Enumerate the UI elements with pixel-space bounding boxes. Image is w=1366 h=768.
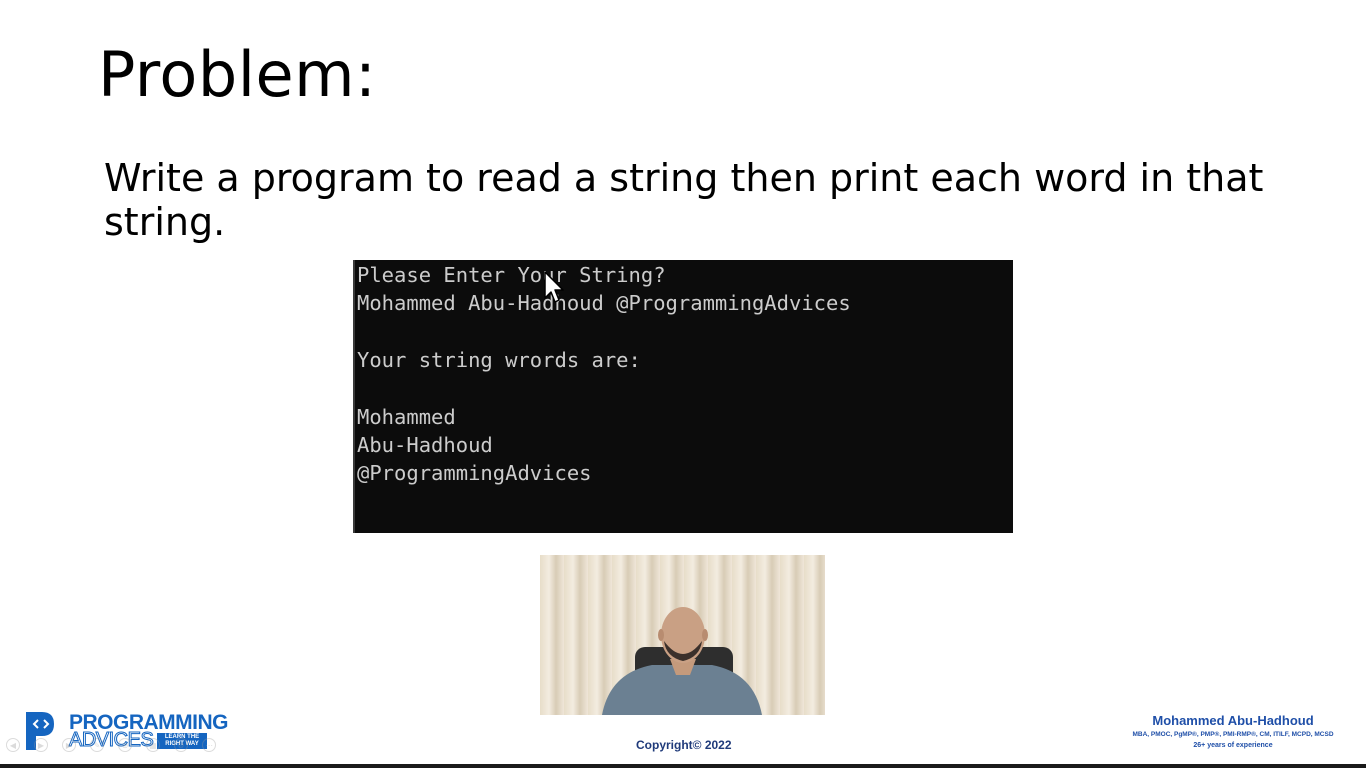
- pen-icon[interactable]: ✎: [90, 738, 104, 752]
- console-line: @ProgrammingAdvices: [357, 461, 592, 485]
- author-credentials: MBA, PMOC, PgMP®, PMP®, PMI-RMP®, CM, IT…: [1132, 731, 1334, 738]
- console-line: Your string wrords are:: [357, 348, 641, 372]
- play-icon[interactable]: ▶: [34, 738, 48, 752]
- console-border: [353, 260, 355, 533]
- settings-icon[interactable]: ⚙: [174, 738, 188, 752]
- webcam-video: [540, 555, 825, 715]
- slide-player-controls: ◀ ▶ ▶ ✎ ⊕ ▦ ⚙ ⋯: [6, 738, 216, 756]
- copyright-text: Copyright© 2022: [636, 738, 732, 752]
- more-icon[interactable]: ⋯: [202, 738, 216, 752]
- zoom-icon[interactable]: ⊕: [118, 738, 132, 752]
- author-name: Mohammed Abu-Hadhoud: [1152, 713, 1314, 728]
- presenter-image: [602, 607, 762, 715]
- mouse-cursor-icon: [544, 271, 564, 303]
- author-experience: 26+ years of experience: [1193, 742, 1273, 749]
- previous-icon[interactable]: ◀: [6, 738, 20, 752]
- grid-icon[interactable]: ▦: [146, 738, 160, 752]
- console-line: Mohammed: [357, 405, 456, 429]
- author-block: Mohammed Abu-Hadhoud MBA, PMOC, PgMP®, P…: [1108, 713, 1358, 750]
- console-line: Abu-Hadhoud: [357, 433, 493, 457]
- bottom-bar: [0, 764, 1366, 768]
- console-line: Please Enter Your String?: [357, 263, 666, 287]
- problem-statement: Write a program to read a string then pr…: [104, 156, 1264, 244]
- console-window: Please Enter Your String? Mohammed Abu-H…: [353, 260, 1013, 533]
- console-line: Mohammed Abu-Hadhoud @ProgrammingAdvices: [357, 291, 851, 315]
- next-icon[interactable]: ▶: [62, 738, 76, 752]
- slide-title: Problem:: [98, 38, 377, 111]
